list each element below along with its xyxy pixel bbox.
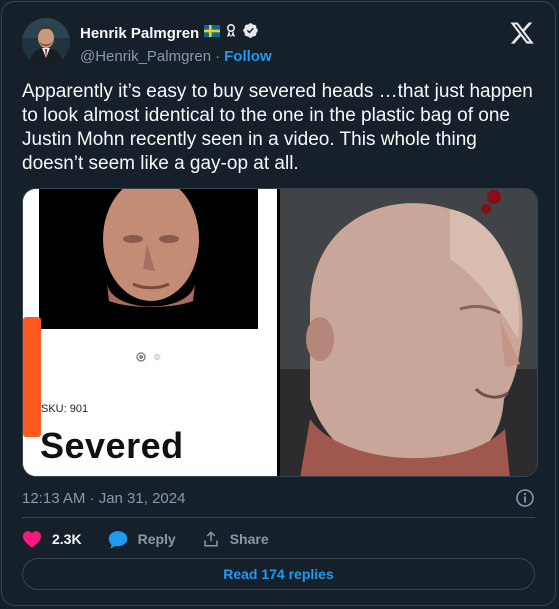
product-heading: Severed (40, 425, 184, 466)
media-image-right[interactable] (280, 189, 537, 476)
author-handle[interactable]: @Henrik_Palmgren (80, 48, 211, 65)
verified-badge-icon (242, 22, 259, 44)
reply-bubble-icon (108, 530, 127, 549)
reply-button[interactable]: Reply (108, 530, 176, 549)
head-photo-image (280, 189, 537, 476)
separator-dot: · (215, 47, 221, 65)
share-button[interactable]: Share (202, 530, 269, 548)
name-row: Henrik Palmgren (80, 23, 272, 43)
tweet-timestamp[interactable]: 12:13 AM · Jan 31, 2024 (22, 490, 185, 507)
divider (22, 517, 535, 518)
info-icon[interactable] (515, 488, 535, 508)
tweet-text: Apparently it’s easy to buy severed head… (22, 81, 533, 174)
like-button[interactable]: 2.3K (22, 530, 82, 548)
like-count: 2.3K (52, 531, 82, 547)
author-display-name[interactable]: Henrik Palmgren (80, 25, 199, 42)
tweet-embed-card: Henrik Palmgren @Henrik_Palmgren · Follo… (1, 1, 556, 606)
read-replies-button[interactable]: Read 174 replies (22, 558, 535, 590)
author-names: Henrik Palmgren @Henrik_Palmgren · Follo… (80, 23, 272, 66)
ribbon-icon (225, 23, 237, 43)
tweet-header: Henrik Palmgren @Henrik_Palmgren · Follo… (22, 18, 535, 70)
media-image-left[interactable]: SKU: 901 Severed (23, 189, 277, 476)
sku-label: SKU: 901 (41, 403, 89, 415)
handle-row: @Henrik_Palmgren · Follow (80, 46, 272, 66)
share-label: Share (229, 531, 269, 547)
sweden-flag-icon (204, 24, 221, 42)
tweet-media: SKU: 901 Severed (22, 188, 538, 477)
heart-icon (23, 531, 41, 548)
follow-button[interactable]: Follow (224, 48, 272, 65)
timestamp-link[interactable]: 12:13 AM · Jan 31, 2024 (22, 490, 185, 507)
share-icon (203, 531, 218, 547)
avatar[interactable] (22, 18, 70, 66)
reply-label: Reply (137, 531, 176, 547)
x-logo-icon[interactable] (509, 20, 535, 46)
avatar-image (22, 18, 70, 66)
action-bar: 2.3K Reply Share (22, 528, 295, 550)
